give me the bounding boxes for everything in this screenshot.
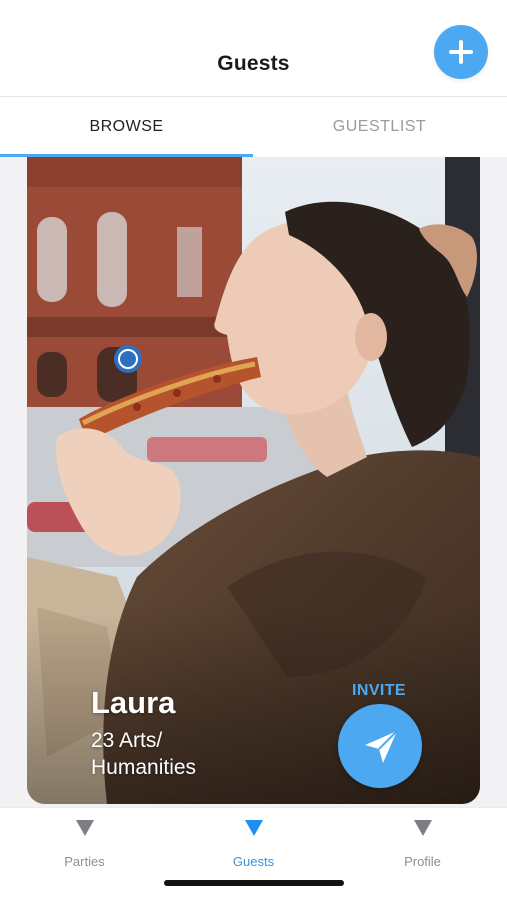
triangle-down-icon (244, 820, 263, 836)
triangle-down-icon (75, 820, 94, 836)
nav-item-profile[interactable]: Profile (338, 816, 507, 876)
home-indicator (164, 880, 344, 886)
guest-details: 23 Arts/ Humanities (91, 729, 197, 779)
nav-label-parties: Parties (64, 854, 105, 869)
tab-browse[interactable]: BROWSE (0, 97, 253, 157)
header: Guests (0, 0, 507, 97)
guest-card[interactable]: Laura 23 Arts/ Humanities INVITE (27, 157, 480, 804)
nav-label-profile: Profile (404, 854, 441, 869)
paper-plane-icon (365, 730, 398, 763)
nav-item-guests[interactable]: Guests (169, 816, 338, 876)
guests-screen: Guests BROWSE GUESTLIST Laura 23 Arts/ H… (0, 0, 507, 900)
nav-label-guests: Guests (232, 854, 275, 869)
invite-label: INVITE (352, 682, 406, 699)
page-title: Guests (217, 52, 290, 75)
triangle-down-icon (413, 820, 432, 836)
bottom-navigation: Parties Guests Profile (0, 807, 507, 900)
card-area: Laura 23 Arts/ Humanities INVITE (0, 157, 507, 807)
invite-button[interactable] (338, 704, 422, 788)
tab-bar: BROWSE GUESTLIST (0, 97, 507, 157)
tab-guestlist[interactable]: GUESTLIST (253, 97, 506, 157)
plus-icon (449, 40, 473, 64)
add-button[interactable] (434, 25, 488, 79)
nav-item-parties[interactable]: Parties (0, 816, 169, 876)
guest-name: Laura (91, 685, 176, 720)
